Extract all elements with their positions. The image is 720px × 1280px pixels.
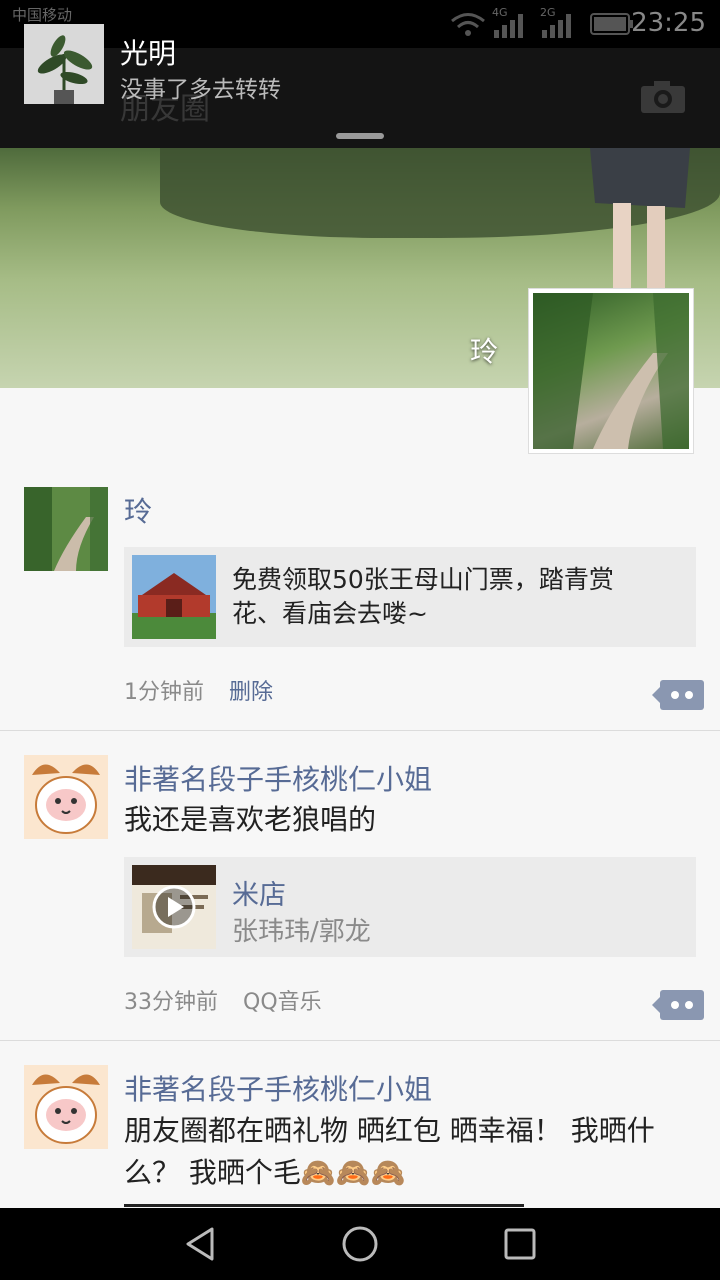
delete-link[interactable]: 删除: [229, 674, 273, 706]
post-time: 33分钟前: [124, 990, 218, 1015]
notification-avatar: [24, 24, 104, 104]
post-avatar[interactable]: [24, 1065, 108, 1149]
recents-nav-icon[interactable]: [503, 1227, 537, 1261]
music-artist: 张玮玮/郭龙: [232, 917, 371, 947]
camera-icon[interactable]: [640, 80, 686, 114]
link-card-thumbnail: [132, 555, 216, 639]
notification-title: 光明: [120, 37, 177, 70]
link-card-text: 免费领取50张王母山门票，踏青赏 花、看庙会去喽~: [232, 563, 614, 631]
post-avatar[interactable]: [24, 487, 108, 571]
carrier-label: 中国移动: [12, 6, 73, 24]
cover-avatar[interactable]: [528, 288, 694, 454]
home-nav-icon[interactable]: [341, 1225, 379, 1263]
post-nickname[interactable]: 非著名段子手核桃仁小姐: [124, 1068, 432, 1108]
signal-icon: [492, 14, 526, 38]
cover-user-name: 玲: [470, 335, 499, 368]
comment-more-icon[interactable]: [652, 990, 704, 1020]
navigation-bar: [0, 1208, 720, 1280]
wifi-icon: [450, 12, 486, 38]
post-avatar[interactable]: [24, 755, 108, 839]
music-card-cover: [132, 865, 216, 949]
cover-person-figure: [585, 148, 695, 288]
battery-icon: [590, 12, 634, 36]
music-title: 米店: [232, 880, 286, 911]
music-card[interactable]: 米店 张玮玮/郭龙: [124, 857, 696, 957]
post-nickname[interactable]: 非著名段子手核桃仁小姐: [124, 758, 432, 798]
post-text-line1: 朋友圈都在晒礼物 晒红包 晒幸福！ 我晒什: [124, 1114, 655, 1147]
link-card[interactable]: 免费领取50张王母山门票，踏青赏 花、看庙会去喽~: [124, 547, 696, 647]
comment-more-icon[interactable]: [652, 680, 704, 710]
post-text: 我还是喜欢老狼唱的: [124, 803, 377, 836]
post-source[interactable]: QQ音乐: [243, 984, 322, 1016]
post-divider: [0, 1040, 720, 1041]
image-edge: [124, 1204, 524, 1207]
post-time: 1分钟前: [124, 680, 204, 705]
post-divider: [0, 730, 720, 731]
post-text: 朋友圈都在晒礼物 晒红包 晒幸福！ 我晒什 么？ 我晒个毛🙈🙈🙈: [124, 1110, 690, 1194]
post-text-line2: 么？ 我晒个毛🙈🙈🙈: [124, 1156, 406, 1189]
back-nav-icon[interactable]: [182, 1226, 218, 1262]
banner-drag-handle[interactable]: [336, 133, 384, 139]
link-card-text-line2: 花、看庙会去喽~: [232, 599, 428, 628]
link-card-text-line1: 免费领取50张王母山门票，踏青赏: [232, 565, 614, 594]
post-nickname[interactable]: 玲: [124, 490, 152, 530]
status-time: 23:25: [631, 8, 706, 38]
signal-icon: [540, 14, 574, 38]
notification-message: 没事了多去转转: [120, 77, 281, 103]
